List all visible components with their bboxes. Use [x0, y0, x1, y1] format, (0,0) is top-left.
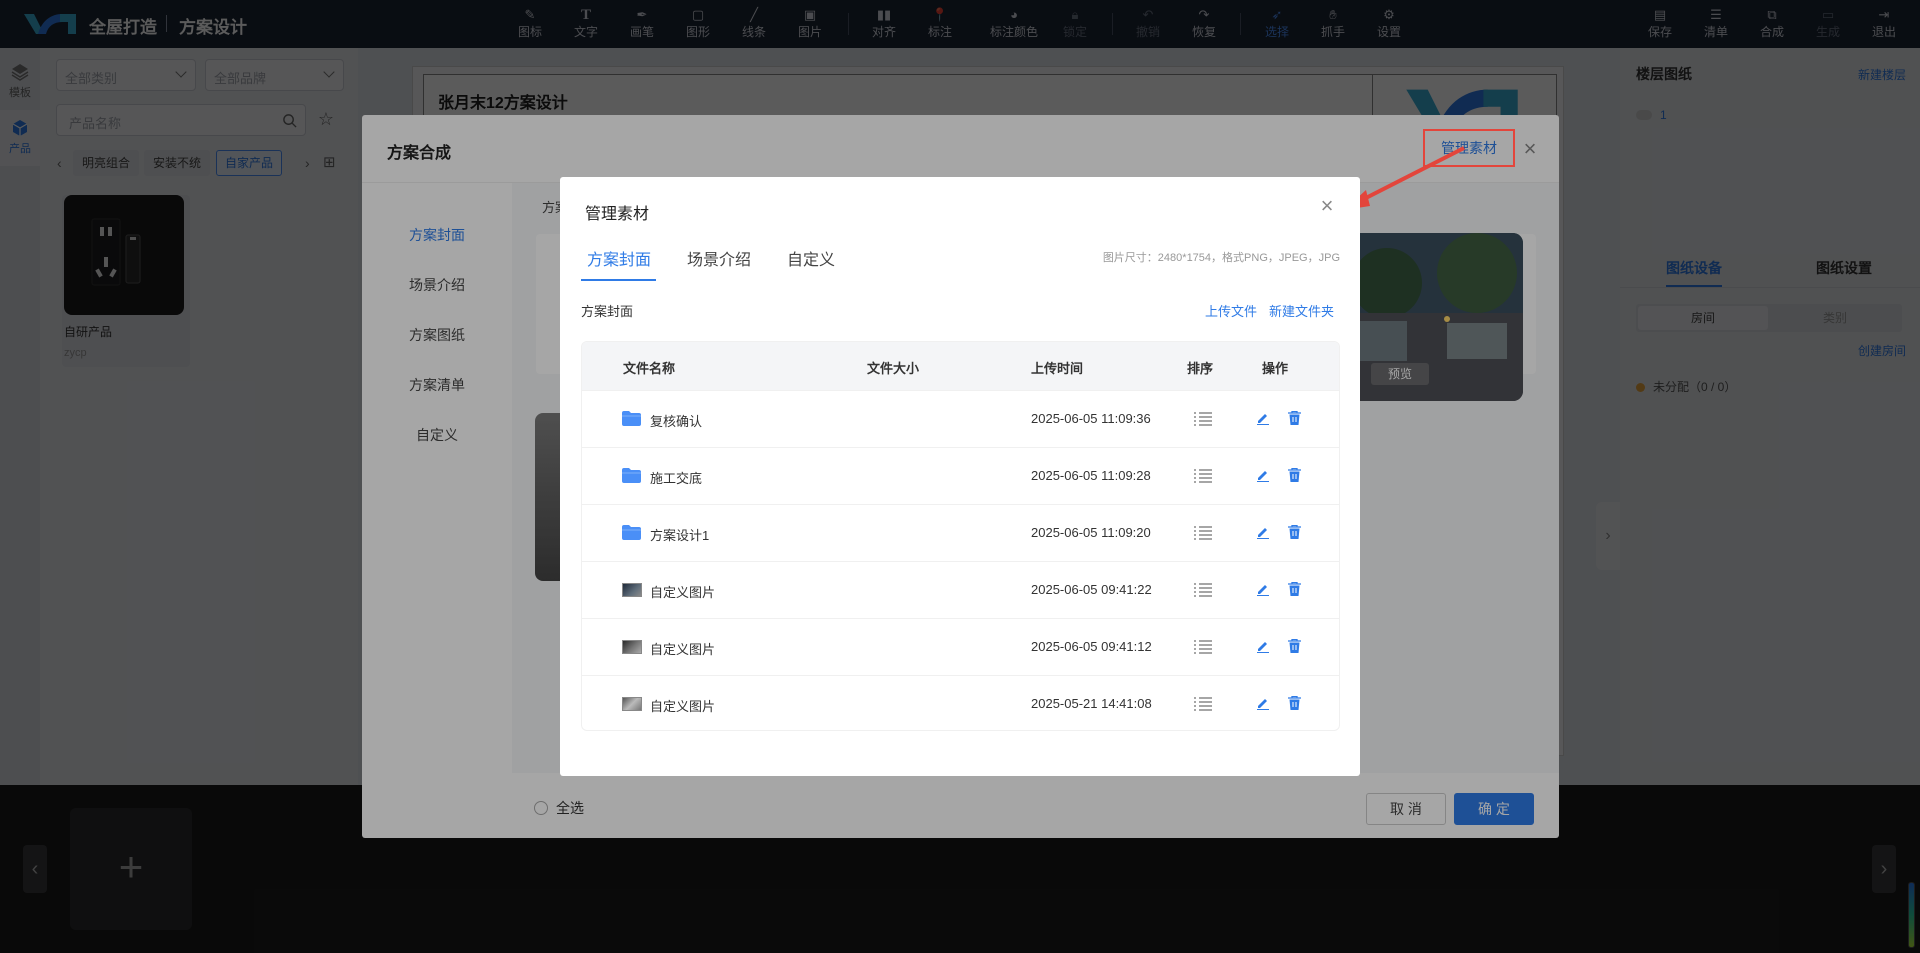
- table-row[interactable]: 自定义图片 2025-06-05 09:41:22: [582, 561, 1339, 618]
- upload-time: 2025-06-05 11:09:28: [1031, 468, 1151, 483]
- table-row[interactable]: 复核确认 2025-06-05 11:09:36: [582, 390, 1339, 447]
- edit-icon[interactable]: [1256, 468, 1270, 482]
- table-row[interactable]: 施工交底 2025-06-05 11:09:28: [582, 447, 1339, 504]
- file-name: 自定义图片: [650, 585, 716, 600]
- image-thumbnail-icon: [622, 583, 642, 597]
- tab-cover[interactable]: 方案封面: [587, 246, 651, 270]
- drag-sort-icon[interactable]: [1194, 411, 1212, 427]
- manage-assets-dialog: 管理素材 × 方案封面 场景介绍 自定义 图片尺寸：2480*1754，格式PN…: [560, 177, 1360, 776]
- folder-icon: [622, 411, 641, 426]
- delete-icon[interactable]: [1288, 411, 1301, 425]
- edit-icon[interactable]: [1256, 582, 1270, 596]
- column-header: 上传时间: [1031, 361, 1084, 376]
- file-name: 方案设计1: [650, 528, 710, 543]
- close-icon[interactable]: ×: [1317, 195, 1337, 217]
- edit-icon[interactable]: [1256, 525, 1270, 539]
- active-tab-indicator: [581, 279, 656, 281]
- table-header: 文件名称 文件大小 上传时间 排序 操作: [582, 342, 1339, 390]
- manage-dialog-title: 管理素材: [585, 206, 650, 223]
- upload-time: 2025-06-05 09:41:12: [1031, 639, 1152, 654]
- file-name: 复核确认: [650, 414, 703, 429]
- table-row[interactable]: 自定义图片 2025-05-21 14:41:08: [582, 675, 1339, 730]
- edit-icon[interactable]: [1256, 411, 1270, 425]
- delete-icon[interactable]: [1288, 696, 1301, 710]
- drag-sort-icon[interactable]: [1194, 639, 1212, 655]
- column-header: 排序: [1187, 361, 1214, 376]
- image-thumbnail-icon: [622, 697, 642, 711]
- column-header: 文件大小: [867, 361, 920, 376]
- delete-icon[interactable]: [1288, 582, 1301, 596]
- assets-table: 文件名称 文件大小 上传时间 排序 操作 复核确认 2025-06-05 11:…: [581, 341, 1340, 731]
- delete-icon[interactable]: [1288, 525, 1301, 539]
- tab-custom[interactable]: 自定义: [787, 246, 835, 270]
- image-size-hint: 图片尺寸：2480*1754，格式PNG，JPEG，JPG: [1102, 252, 1340, 264]
- upload-file-link[interactable]: 上传文件: [1205, 301, 1257, 320]
- file-name: 自定义图片: [650, 699, 716, 714]
- edit-icon[interactable]: [1256, 639, 1270, 653]
- table-row[interactable]: 自定义图片 2025-06-05 09:41:12: [582, 618, 1339, 675]
- table-row[interactable]: 方案设计1 2025-06-05 11:09:20: [582, 504, 1339, 561]
- upload-time: 2025-06-05 11:09:20: [1031, 525, 1151, 540]
- folder-title: 方案封面: [581, 304, 634, 319]
- folder-icon: [622, 468, 641, 483]
- upload-time: 2025-05-21 14:41:08: [1031, 696, 1152, 711]
- column-header: 文件名称: [623, 361, 676, 376]
- tab-scene[interactable]: 场景介绍: [687, 246, 751, 270]
- drag-sort-icon[interactable]: [1194, 582, 1212, 598]
- column-header: 操作: [1262, 361, 1289, 376]
- drag-sort-icon[interactable]: [1194, 468, 1212, 484]
- manage-assets-highlight: [1423, 129, 1515, 167]
- upload-time: 2025-06-05 09:41:22: [1031, 582, 1152, 597]
- new-folder-link[interactable]: 新建文件夹: [1269, 301, 1334, 320]
- edit-icon[interactable]: [1256, 696, 1270, 710]
- file-name: 施工交底: [650, 471, 703, 486]
- image-thumbnail-icon: [622, 640, 642, 654]
- upload-time: 2025-06-05 11:09:36: [1031, 411, 1151, 426]
- drag-sort-icon[interactable]: [1194, 696, 1212, 712]
- delete-icon[interactable]: [1288, 468, 1301, 482]
- file-name: 自定义图片: [650, 642, 716, 657]
- folder-icon: [622, 525, 641, 540]
- delete-icon[interactable]: [1288, 639, 1301, 653]
- drag-sort-icon[interactable]: [1194, 525, 1212, 541]
